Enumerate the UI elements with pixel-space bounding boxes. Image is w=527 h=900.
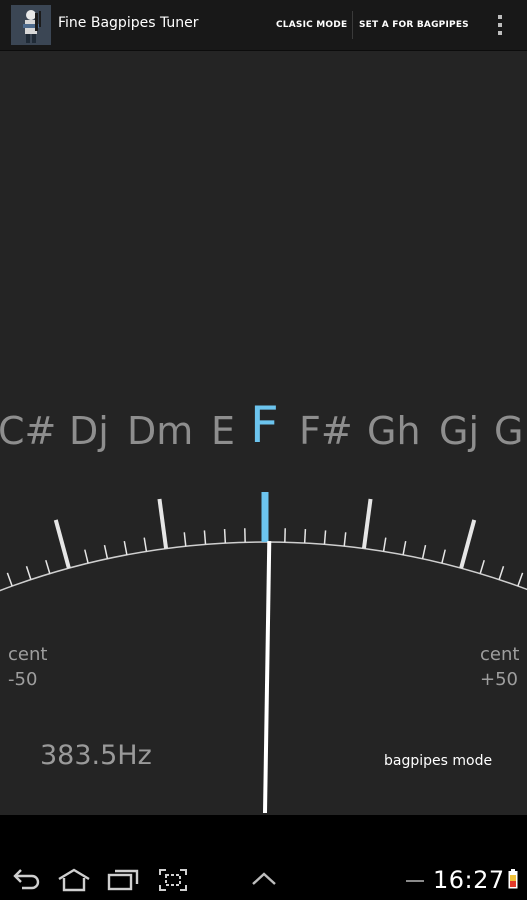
clasic-mode-button[interactable]: CLASIC MODE: [276, 0, 347, 50]
recent-apps-icon[interactable]: [106, 868, 140, 892]
app-screen: Fine Bagpipes Tuner CLASIC MODE SET A FO…: [0, 0, 527, 900]
bagpiper-app-icon[interactable]: [11, 5, 51, 45]
tuner-needle: [263, 541, 272, 814]
dial-minor-tick: [479, 559, 485, 574]
note-label: Gj: [439, 409, 479, 453]
tuner-dial: C# Dj Dm E F F# Gh Gj G: [0, 396, 527, 814]
dial-minor-tick: [421, 544, 427, 559]
battery-icon: [508, 869, 518, 889]
dial-major-tick: [53, 519, 71, 569]
system-navigation-bar: 16:27: [0, 860, 527, 900]
action-bar: Fine Bagpipes Tuner CLASIC MODE SET A FO…: [0, 0, 527, 51]
dial-minor-tick: [103, 544, 109, 559]
chevron-up-icon[interactable]: [250, 868, 278, 892]
dial-minor-tick: [6, 572, 13, 587]
dial-minor-tick: [123, 540, 128, 555]
dial-minor-tick: [25, 566, 32, 580]
dial-minor-tick: [45, 559, 51, 574]
dial-minor-tick: [203, 530, 207, 545]
cent-max-label: cent +50: [480, 642, 519, 692]
bottom-strip: [0, 815, 527, 860]
dial-minor-tick: [303, 529, 307, 544]
dial-minor-tick: [323, 530, 327, 545]
back-icon[interactable]: [12, 868, 42, 892]
cent-min-label: cent -50: [8, 642, 47, 692]
overflow-menu-icon[interactable]: [487, 0, 513, 50]
dial-minor-tick: [382, 537, 387, 552]
note-label: Dj: [69, 409, 109, 453]
dial-minor-tick: [517, 572, 524, 587]
app-title: Fine Bagpipes Tuner: [58, 15, 199, 31]
note-label: F#: [299, 409, 353, 453]
screenshot-icon[interactable]: [158, 868, 188, 892]
note-label: Dm: [127, 409, 193, 453]
cent-min-unit: cent: [8, 644, 48, 665]
dial-minor-tick: [498, 566, 505, 580]
note-label: C#: [0, 409, 56, 453]
dial-minor-tick: [143, 537, 148, 552]
note-label: Gh: [367, 409, 421, 453]
dial-minor-tick: [402, 540, 407, 555]
dial-arc: [0, 541, 527, 592]
dial-minor-tick: [84, 549, 89, 564]
dial-minor-tick: [441, 549, 446, 564]
cent-min-value: -50: [8, 669, 38, 690]
dial-major-tick: [361, 498, 373, 549]
dial-scale: [0, 492, 527, 592]
dial-minor-tick: [223, 529, 227, 544]
dial-major-tick: [459, 519, 477, 569]
home-icon[interactable]: [56, 868, 92, 892]
current-note-label: F: [250, 396, 279, 454]
dial-major-tick: [157, 498, 169, 549]
mode-indicator[interactable]: bagpipes mode: [384, 753, 492, 769]
cent-max-unit: cent: [480, 644, 520, 665]
dial-minor-tick: [343, 532, 347, 547]
note-strip: C# Dj Dm E F F# Gh Gj G: [0, 396, 523, 454]
note-label: E: [211, 409, 235, 453]
dial-minor-tick: [183, 532, 187, 547]
status-clock: 16:27: [433, 866, 505, 894]
note-label: G: [494, 409, 523, 453]
frequency-readout: 383.5Hz: [40, 740, 152, 771]
set-a-for-bagpipes-button[interactable]: SET A FOR BAGPIPES: [359, 0, 469, 50]
cent-max-value: +50: [480, 669, 518, 690]
action-divider: [352, 11, 353, 39]
signal-indicator: [406, 880, 424, 882]
